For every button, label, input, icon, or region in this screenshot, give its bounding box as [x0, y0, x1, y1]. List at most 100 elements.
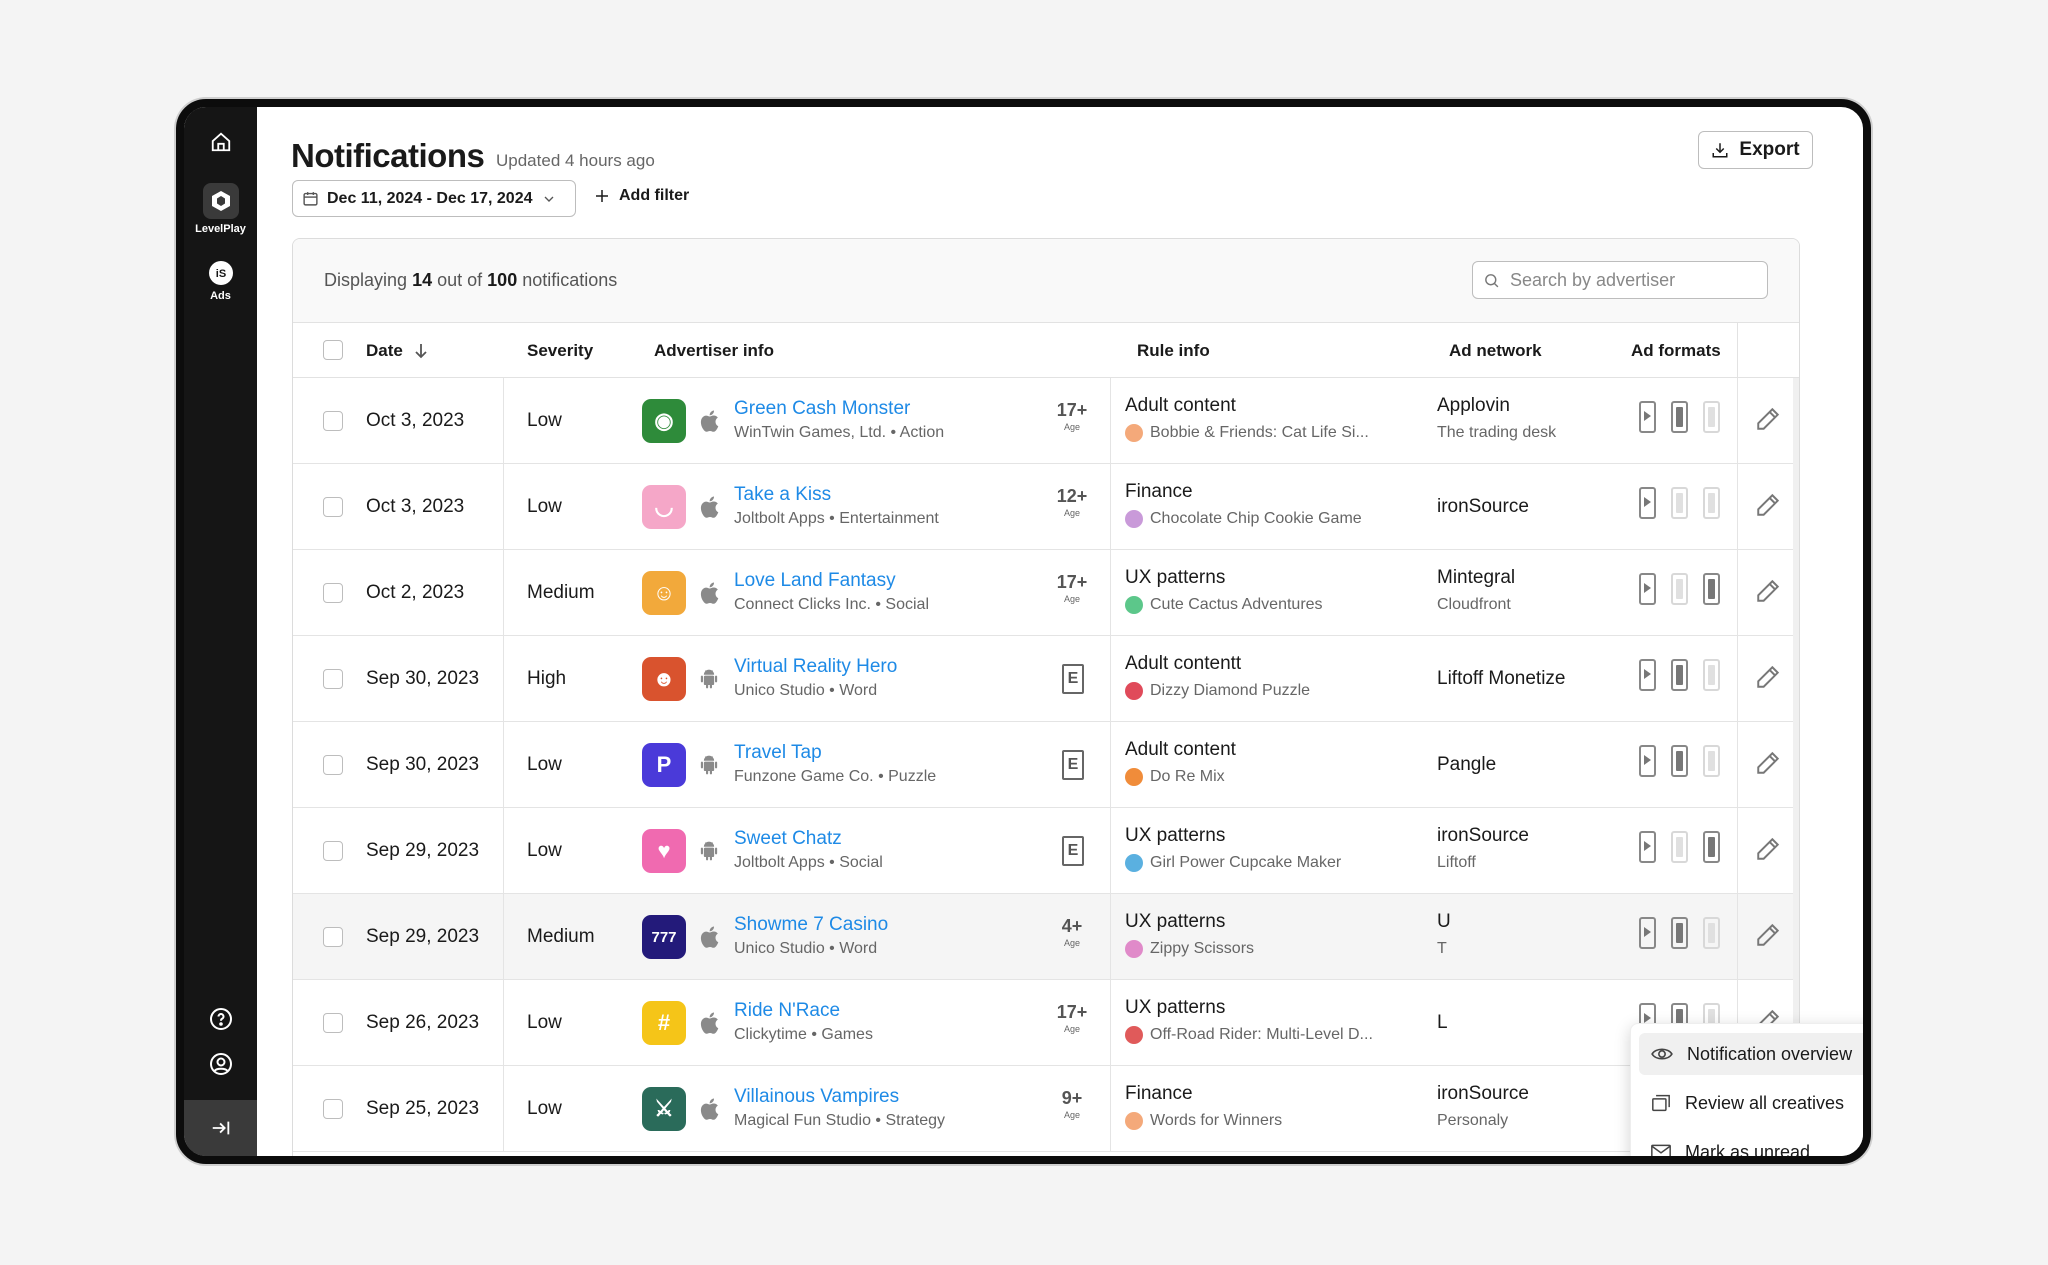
column-header-rule[interactable]: Rule info [1137, 341, 1210, 361]
column-header-date[interactable]: Date [366, 341, 429, 361]
app-icon: ◡ [642, 485, 686, 529]
row-checkbox[interactable] [323, 497, 343, 517]
app-name-link[interactable]: Take a Kiss [734, 484, 831, 506]
sort-down-icon [415, 344, 427, 359]
age-rating-value: 12+ [1056, 486, 1088, 506]
column-divider [1110, 894, 1111, 979]
app-icon: # [642, 1001, 686, 1045]
row-checkbox[interactable] [323, 755, 343, 775]
app-avatar-icon [1125, 1026, 1143, 1044]
severity-cell: Low [527, 496, 562, 517]
row-checkbox[interactable] [323, 583, 343, 603]
age-rating: 17+ Age [1055, 400, 1089, 432]
column-header-formats[interactable]: Ad formats [1631, 341, 1721, 361]
banner-format-icon [1703, 573, 1720, 605]
network-sub: T [1437, 940, 1447, 957]
table-row[interactable]: Sep 30, 2023 Low P Travel Tap Funzone Ga… [293, 722, 1799, 808]
app-name-link[interactable]: Love Land Fantasy [734, 570, 896, 592]
help-button[interactable] [184, 1007, 257, 1031]
row-checkbox[interactable] [323, 1013, 343, 1033]
sidebar-item-ads[interactable]: iS Ads [184, 260, 257, 302]
search-input[interactable]: Search by advertiser [1472, 261, 1768, 299]
menu-item-notification-overview[interactable]: Notification overview [1639, 1033, 1863, 1075]
column-divider [1737, 323, 1738, 378]
age-rating: 17+ Age [1055, 572, 1089, 604]
apple-icon [698, 1011, 720, 1035]
age-rating: 9+ Age [1055, 1088, 1089, 1120]
column-header-advertiser[interactable]: Advertiser info [654, 341, 774, 361]
android-icon [698, 667, 720, 691]
add-filter-button[interactable]: Add filter [593, 187, 689, 205]
table-row[interactable]: Oct 2, 2023 Medium ☺ Love Land Fantasy C… [293, 550, 1799, 636]
interstitial-format-icon [1671, 745, 1688, 777]
eye-icon [1651, 1048, 1673, 1060]
edit-icon[interactable] [1755, 664, 1781, 690]
column-header-severity[interactable]: Severity [527, 341, 593, 361]
table-row[interactable]: Sep 25, 2023 Low ⚔ Villainous Vampires M… [293, 1066, 1799, 1152]
interstitial-format-icon [1671, 917, 1688, 949]
app-name-link[interactable]: Sweet Chatz [734, 828, 842, 850]
row-checkbox[interactable] [323, 1099, 343, 1119]
age-rating-label: Age [1063, 594, 1080, 604]
collapse-sidebar-button[interactable] [184, 1100, 257, 1156]
app-name-link[interactable]: Travel Tap [734, 742, 822, 764]
table-toolbar: Displaying 14 out of 100 notifications S… [293, 239, 1799, 323]
edit-icon[interactable] [1755, 492, 1781, 518]
edit-icon[interactable] [1755, 750, 1781, 776]
apple-icon [698, 495, 720, 519]
app-avatar-icon [1125, 682, 1143, 700]
menu-item-mark-unread[interactable]: Mark as unread [1639, 1131, 1863, 1156]
app-icon: ⚔ [642, 1087, 686, 1131]
row-checkbox[interactable] [323, 841, 343, 861]
app-publisher: Funzone Game Co. • Puzzle [734, 768, 937, 785]
app-name-link[interactable]: Showme 7 Casino [734, 914, 888, 936]
app-publisher: WinTwin Games, Ltd. • Action [734, 424, 945, 441]
network-name: Liftoff Monetize [1437, 668, 1566, 689]
severity-cell: Low [527, 1098, 562, 1119]
table-row[interactable]: Sep 29, 2023 Medium 777 Showme 7 Casino … [293, 894, 1799, 980]
severity-cell: Low [527, 1012, 562, 1033]
table-row[interactable]: Sep 29, 2023 Low ♥ Sweet Chatz Joltbolt … [293, 808, 1799, 894]
date-range-picker[interactable]: Dec 11, 2024 - Dec 17, 2024 [292, 180, 576, 217]
edit-icon[interactable] [1755, 578, 1781, 604]
rule-title: Finance [1125, 481, 1193, 502]
export-button[interactable]: Export [1698, 131, 1813, 169]
select-all-checkbox[interactable] [323, 340, 343, 360]
app-avatar-icon [1125, 510, 1143, 528]
sidebar-item-levelplay[interactable]: LevelPlay [184, 183, 257, 235]
rule-app: Dizzy Diamond Puzzle [1125, 682, 1310, 700]
column-header-network[interactable]: Ad network [1449, 341, 1542, 361]
row-checkbox[interactable] [323, 411, 343, 431]
rule-title: UX patterns [1125, 825, 1226, 846]
network-name: ironSource [1437, 825, 1529, 846]
app-name-link[interactable]: Villainous Vampires [734, 1086, 899, 1108]
edit-icon[interactable] [1755, 406, 1781, 432]
date-cell: Oct 2, 2023 [366, 582, 465, 603]
row-checkbox[interactable] [323, 927, 343, 947]
severity-cell: Low [527, 754, 562, 775]
app-name-link[interactable]: Green Cash Monster [734, 398, 910, 420]
date-cell: Sep 29, 2023 [366, 926, 480, 947]
app-icon-glyph: ♥ [657, 838, 671, 863]
age-rating-value: 17+ [1056, 400, 1088, 420]
app-name-link[interactable]: Virtual Reality Hero [734, 656, 897, 678]
table-row[interactable]: Sep 30, 2023 High ☻ Virtual Reality Hero… [293, 636, 1799, 722]
rule-app-label: Do Re Mix [1150, 768, 1225, 785]
edit-icon[interactable] [1755, 836, 1781, 862]
rule-app: Bobbie & Friends: Cat Life Si... [1125, 424, 1369, 442]
banner-format-icon [1703, 401, 1720, 433]
app-name-link[interactable]: Ride N'Race [734, 1000, 840, 1022]
table-row[interactable]: Oct 3, 2023 Low ◉ Green Cash Monster Win… [293, 378, 1799, 464]
severity-cell: Medium [527, 582, 595, 603]
account-button[interactable] [184, 1052, 257, 1076]
table-row[interactable]: Sep 26, 2023 Low # Ride N'Race Clickytim… [293, 980, 1799, 1066]
menu-item-review-creatives[interactable]: Review all creatives [1639, 1082, 1863, 1124]
banner-format-icon [1703, 831, 1720, 863]
table-row[interactable]: Oct 3, 2023 Low ◡ Take a Kiss Joltbolt A… [293, 464, 1799, 550]
app-publisher: Joltbolt Apps • Social [734, 854, 883, 871]
sidebar-item-home[interactable] [184, 131, 257, 153]
video-format-icon [1639, 487, 1656, 519]
column-divider [1110, 636, 1111, 721]
row-checkbox[interactable] [323, 669, 343, 689]
edit-icon[interactable] [1755, 922, 1781, 948]
